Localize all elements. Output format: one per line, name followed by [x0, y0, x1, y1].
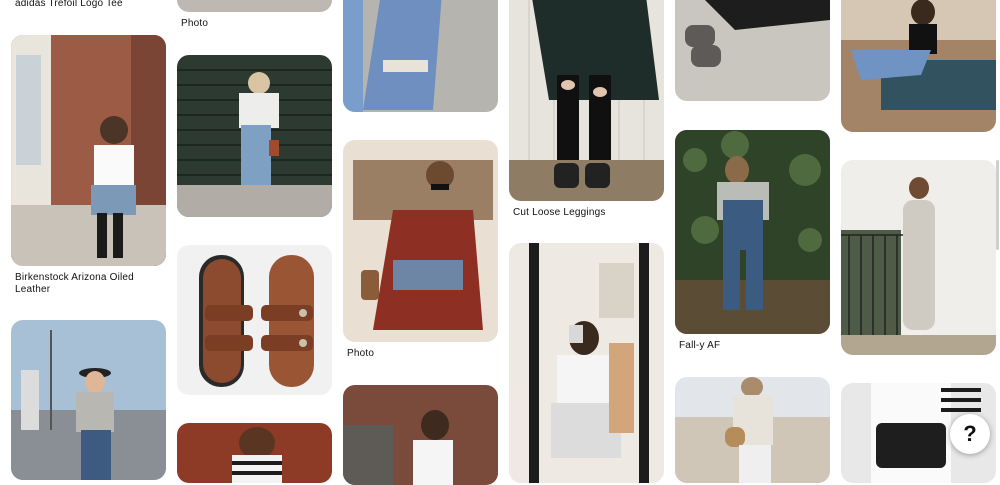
- pin-caption[interactable]: Birkenstock Arizona Oiled Leather: [15, 272, 165, 296]
- pin-caption[interactable]: Cut Loose Leggings: [513, 207, 606, 219]
- pin-image[interactable]: [675, 0, 830, 101]
- brick-street-photo: [343, 385, 498, 485]
- rooftop-photo: [11, 320, 166, 480]
- scrollbar-thumb[interactable]: [996, 160, 999, 250]
- help-button[interactable]: ?: [950, 414, 990, 454]
- beach-photo: [675, 377, 830, 483]
- pin-image[interactable]: [343, 0, 498, 112]
- pin-image[interactable]: [841, 0, 996, 132]
- pin-image[interactable]: [343, 140, 498, 342]
- cafe-table-photo: [841, 0, 996, 132]
- partial-photo: [177, 0, 332, 12]
- help-button-label: ?: [963, 421, 977, 446]
- pin-caption[interactable]: Fall-y AF: [679, 340, 720, 352]
- street-photo: [11, 35, 166, 266]
- overalls-photo: [675, 130, 830, 334]
- pin-image[interactable]: [509, 243, 664, 483]
- mirror-selfie-photo: [509, 243, 664, 483]
- pin-image[interactable]: [11, 320, 166, 480]
- shutter-photo: [177, 55, 332, 217]
- pin-image[interactable]: [177, 0, 332, 12]
- balcony-photo: [841, 160, 996, 355]
- pin-image[interactable]: [841, 160, 996, 355]
- pin-image[interactable]: [675, 130, 830, 334]
- crouching-photo: [343, 140, 498, 342]
- pin-image[interactable]: [11, 35, 166, 266]
- jeans-closeup-photo: [343, 0, 498, 112]
- pin-caption[interactable]: adidas Trefoil Logo Tee: [15, 0, 123, 10]
- pin-image[interactable]: [343, 385, 498, 485]
- pin-image[interactable]: [177, 245, 332, 395]
- pin-caption[interactable]: Photo: [181, 18, 208, 30]
- leggings-photo: [509, 0, 664, 201]
- sandals-photo: [177, 245, 332, 395]
- pin-image[interactable]: [675, 377, 830, 483]
- feet-photo: [675, 0, 830, 101]
- brick-wall-photo: [177, 423, 332, 483]
- pin-image[interactable]: [509, 0, 664, 201]
- pin-caption[interactable]: Photo: [347, 348, 374, 360]
- pin-image[interactable]: [177, 55, 332, 217]
- pin-image[interactable]: [177, 423, 332, 483]
